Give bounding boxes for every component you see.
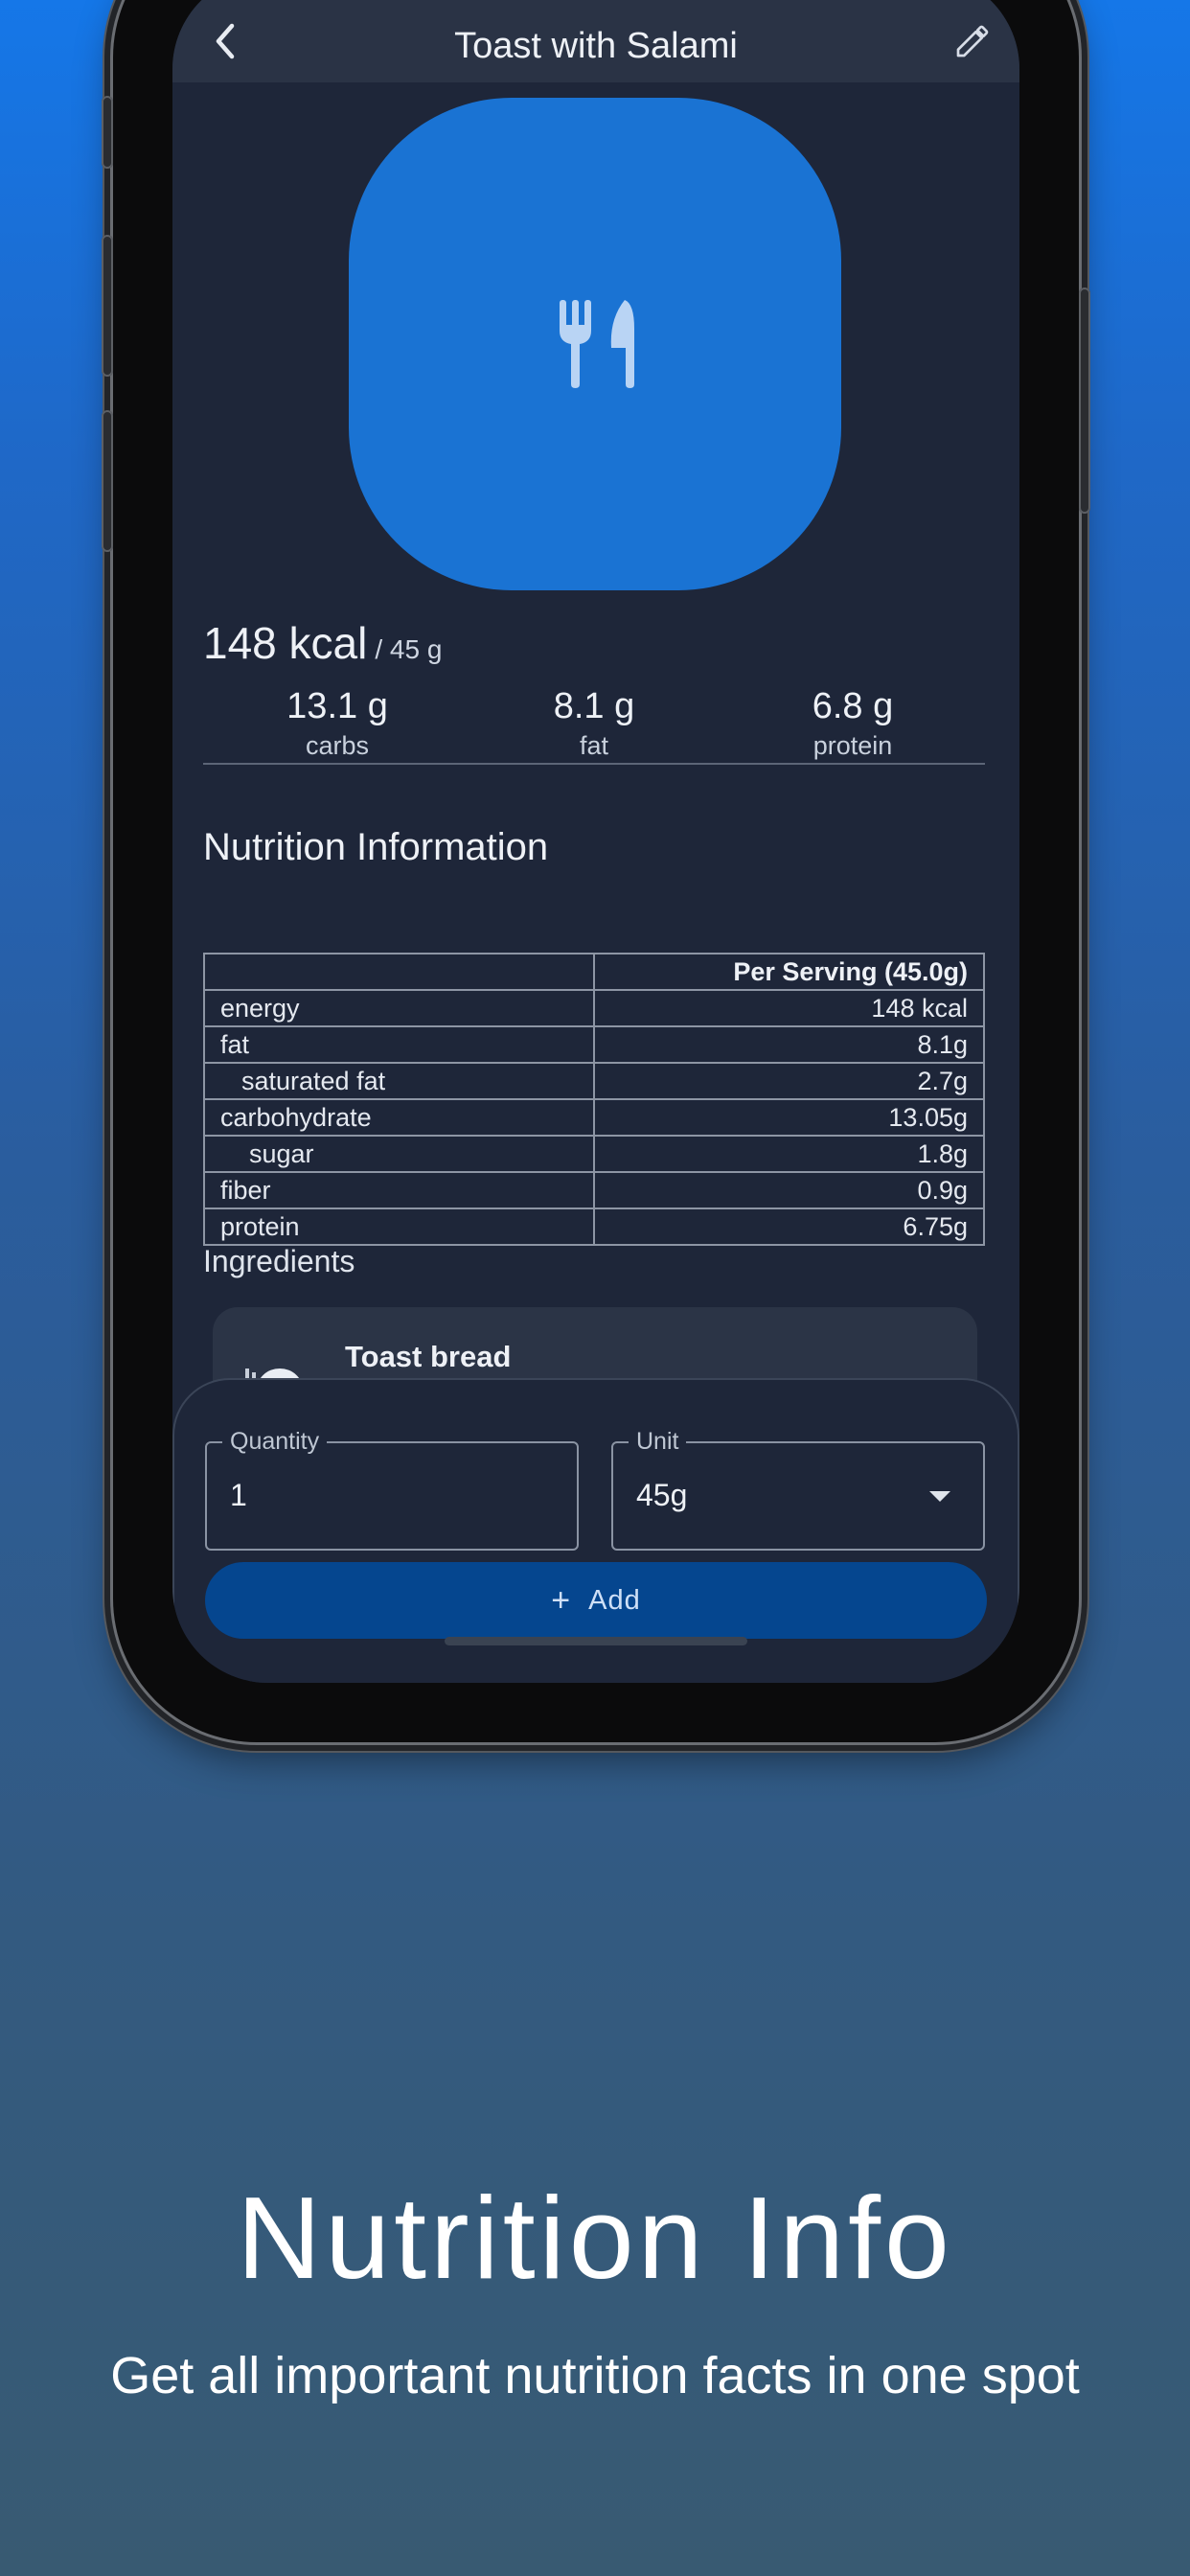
back-button[interactable] (201, 17, 249, 65)
table-row: carbohydrate 13.05g (203, 1098, 985, 1137)
nutrient-value: 6.75g (593, 1208, 985, 1246)
macro-label: carbs (305, 731, 370, 760)
mute-switch (102, 96, 113, 169)
nutrient-name: protein (203, 1208, 595, 1246)
add-button[interactable]: + Add (205, 1562, 987, 1639)
table-header-empty (203, 953, 595, 991)
table-row: fiber 0.9g (203, 1171, 985, 1209)
nutrient-name: energy (203, 989, 595, 1027)
ingredient-name: Toast bread (345, 1340, 512, 1373)
table-header-serving: Per Serving (45.0g) (593, 953, 985, 991)
nutrient-value: 2.7g (593, 1062, 985, 1100)
table-row: energy 148 kcal (203, 989, 985, 1027)
edit-button[interactable] (949, 17, 996, 65)
nutrient-value: 1.8g (593, 1135, 985, 1173)
app-screen: Toast with Salami 148 kcal / 45 g 13.1 g… (172, 0, 1019, 1683)
nutrient-name: fat (203, 1025, 595, 1064)
nutrient-name: saturated fat (203, 1062, 595, 1100)
volume-up-button (102, 235, 113, 377)
macro-protein: 6.8 g protein (757, 686, 949, 761)
promo-subline: Get all important nutrition facts in one… (110, 2347, 1080, 2404)
unit-label: Unit (629, 1428, 687, 1456)
meal-image-placeholder (349, 98, 841, 590)
quantity-label: Quantity (222, 1428, 328, 1456)
pencil-icon (956, 25, 989, 58)
cutlery-icon (560, 300, 634, 388)
power-button (1079, 288, 1090, 514)
home-indicator (445, 1637, 747, 1645)
volume-down-button (102, 410, 113, 552)
plus-icon: + (551, 1581, 572, 1619)
macro-value: 6.8 g (812, 686, 894, 726)
quantity-field[interactable]: Quantity 1 (205, 1428, 579, 1551)
macro-value: 13.1 g (286, 686, 388, 726)
nutrient-value: 13.05g (593, 1098, 985, 1137)
macro-label: protein (812, 731, 893, 760)
table-row: sugar 1.8g (203, 1135, 985, 1173)
macro-fat: 8.1 g fat (498, 686, 690, 761)
table-row: saturated fat 2.7g (203, 1062, 985, 1100)
app-bar: Toast with Salami (172, 0, 1019, 82)
phone-frame: Toast with Salami 148 kcal / 45 g 13.1 g… (102, 0, 1090, 1742)
unit-value: 45g (636, 1478, 688, 1512)
nutrient-name: carbohydrate (203, 1098, 595, 1137)
table-row: protein 6.75g (203, 1208, 985, 1246)
macro-label: fat (579, 731, 609, 760)
add-button-label: Add (588, 1584, 641, 1616)
macros-summary: 13.1 g carbs 8.1 g fat 6.8 g protein (203, 686, 985, 765)
ingredients-section-title: Ingredients (203, 1244, 355, 1278)
nutrient-value: 148 kcal (593, 989, 985, 1027)
macro-value: 8.1 g (553, 686, 635, 726)
chevron-left-icon (216, 23, 235, 59)
table-header-row: Per Serving (45.0g) (203, 953, 985, 991)
quantity-input[interactable]: 1 (230, 1478, 247, 1513)
nutrient-value: 8.1g (593, 1025, 985, 1064)
dropdown-caret-icon (929, 1491, 950, 1502)
nutrient-name: sugar (203, 1135, 595, 1173)
promo-headline: Nutrition Info (237, 2173, 953, 2303)
page-title: Toast with Salami (454, 26, 738, 66)
nutrient-name: fiber (203, 1171, 595, 1209)
unit-dropdown[interactable]: Unit 45g (611, 1428, 985, 1551)
nutrition-table: Per Serving (45.0g) energy 148 kcal fat … (203, 953, 985, 1246)
energy-value: 148 kcal (203, 618, 368, 668)
macro-carbs: 13.1 g carbs (241, 686, 433, 761)
portion-size: / 45 g (375, 634, 443, 664)
energy-summary: 148 kcal / 45 g (203, 617, 442, 669)
nutrition-section-title: Nutrition Information (203, 826, 549, 868)
table-row: fat 8.1g (203, 1025, 985, 1064)
nutrient-value: 0.9g (593, 1171, 985, 1209)
